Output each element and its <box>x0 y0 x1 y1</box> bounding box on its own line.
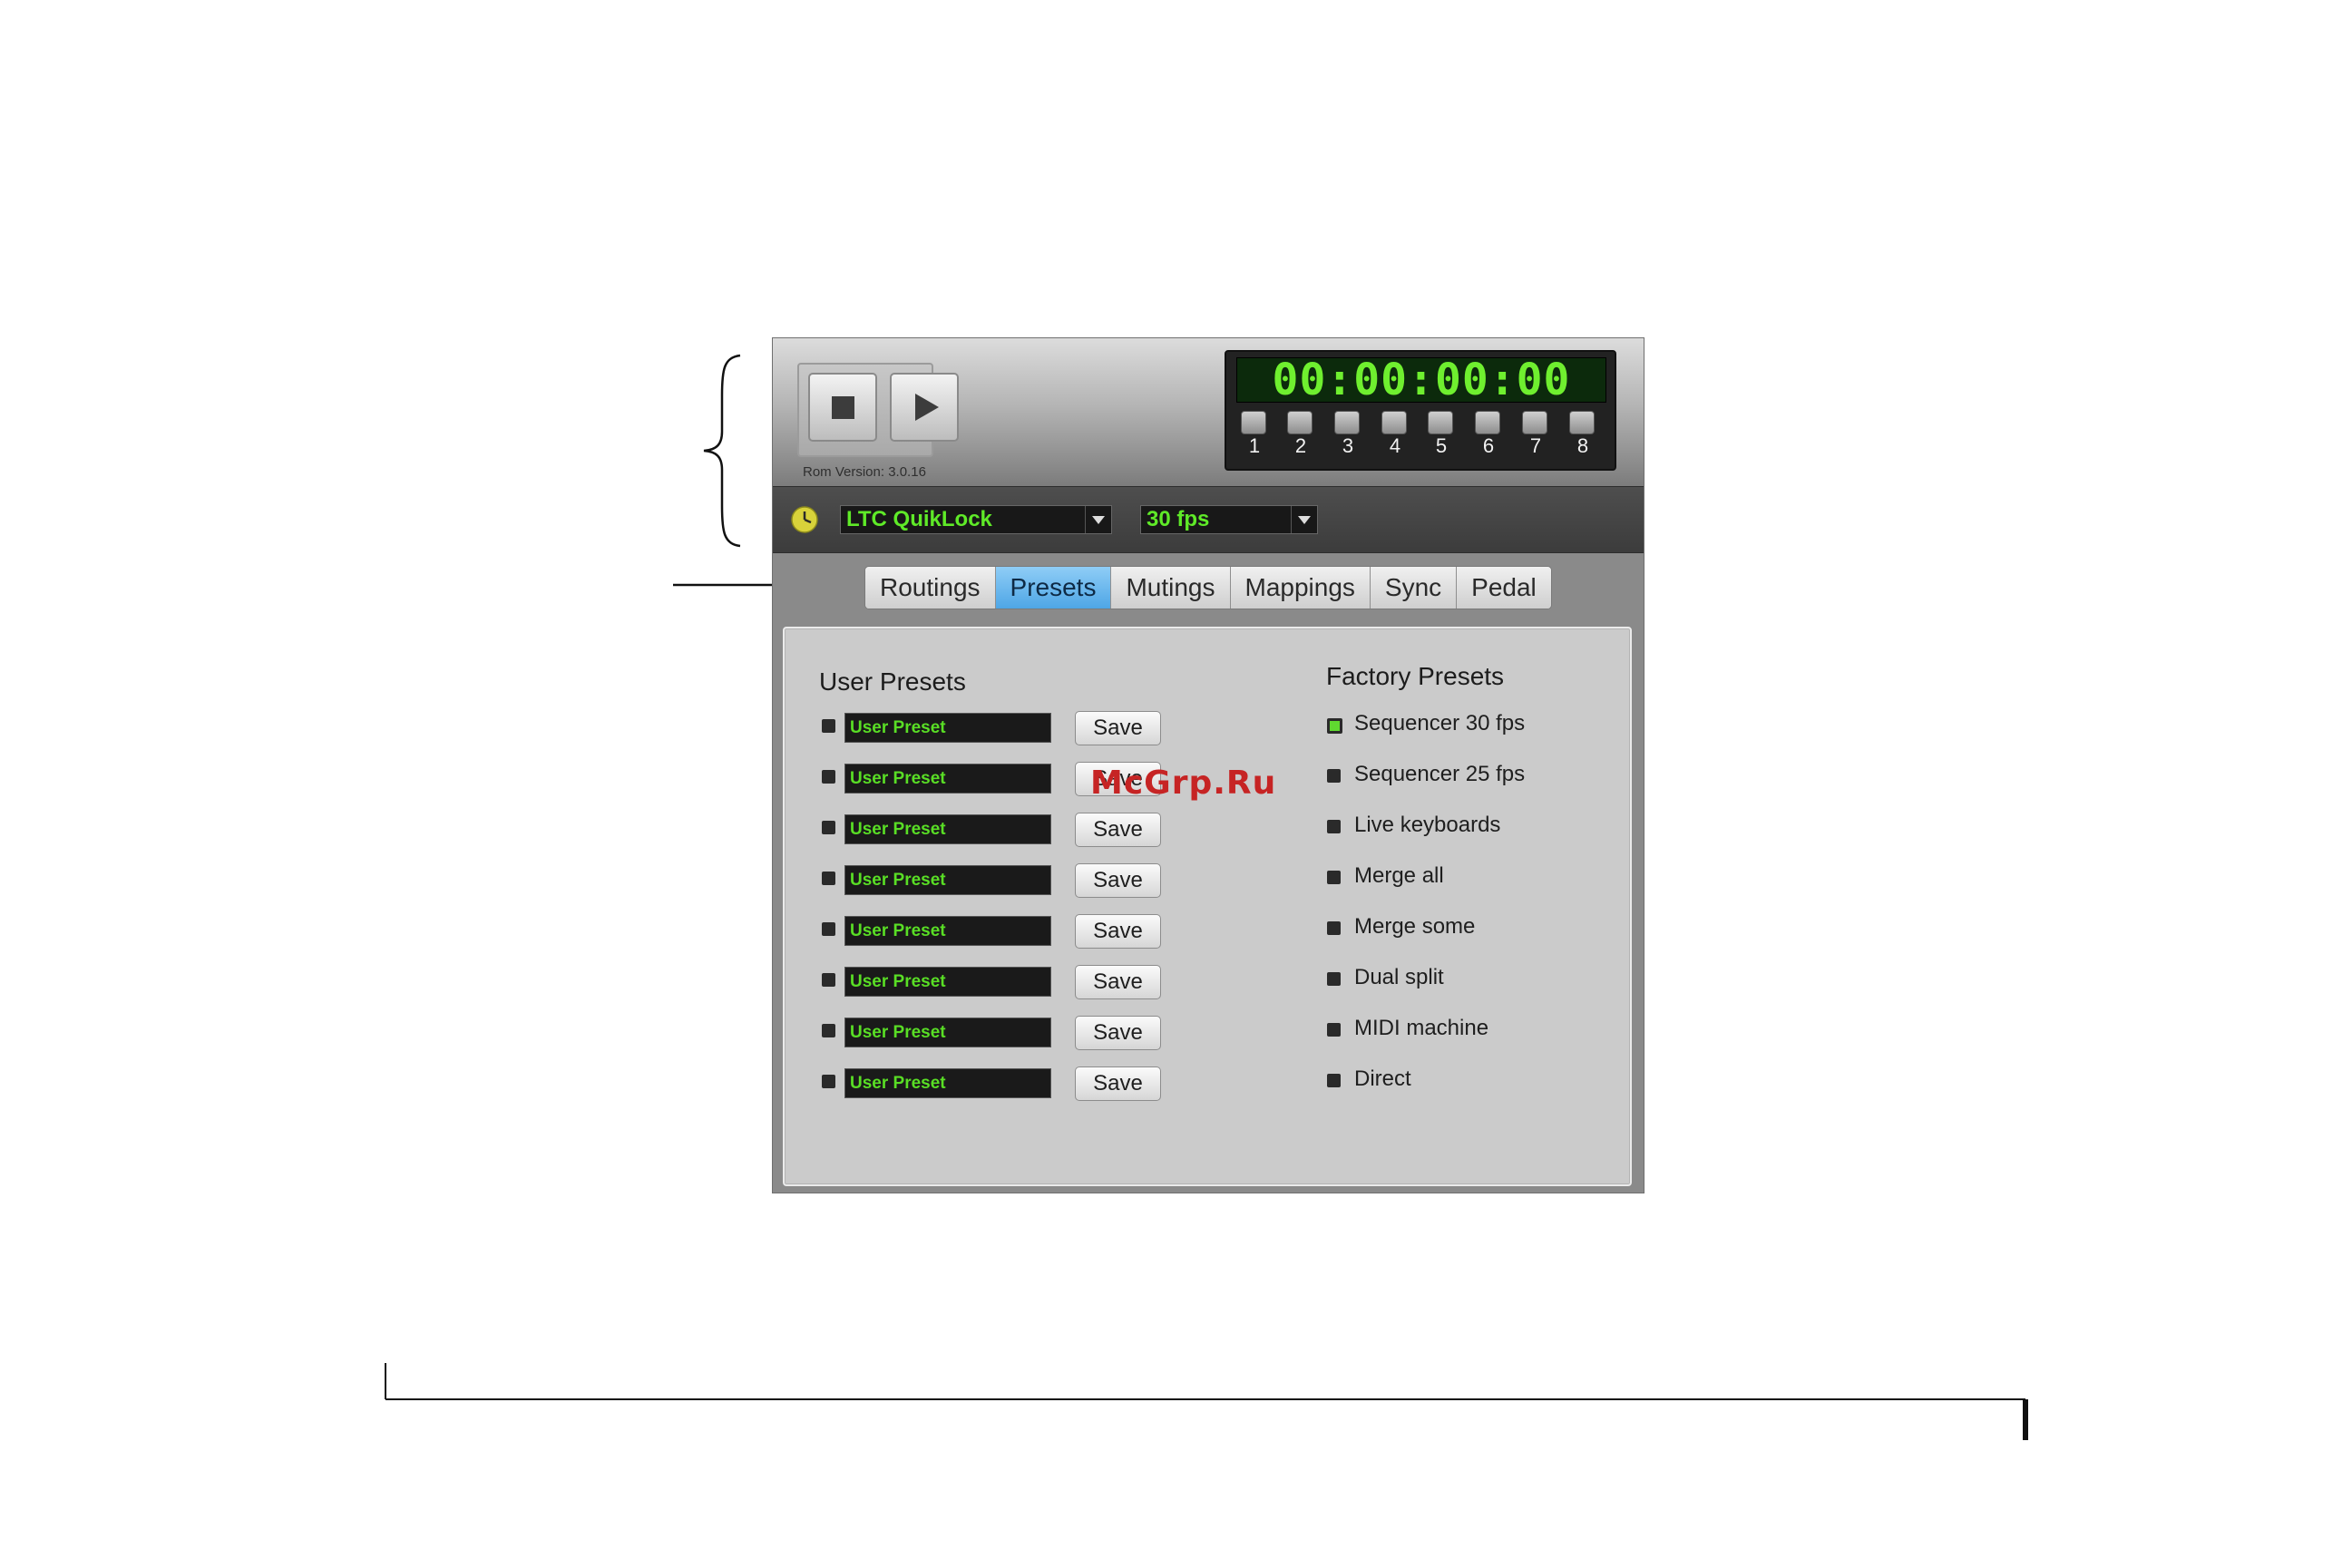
tab-bar: Routings Presets Mutings Mappings Sync P… <box>864 566 1552 609</box>
preset-indicator[interactable] <box>822 922 835 936</box>
rom-version-label: Rom Version: 3.0.16 <box>803 464 926 480</box>
port-4[interactable]: 4 <box>1381 411 1409 456</box>
preset-indicator[interactable] <box>1327 921 1341 935</box>
port-number: 5 <box>1435 434 1448 457</box>
save-button[interactable]: Save <box>1075 1066 1161 1101</box>
preset-indicator[interactable] <box>1327 1074 1341 1087</box>
play-button[interactable] <box>890 373 959 442</box>
chevron-down-icon[interactable] <box>1085 506 1111 533</box>
chevron-down-icon[interactable] <box>1291 506 1317 533</box>
annotation-brace <box>703 354 741 548</box>
preset-indicator[interactable] <box>822 770 835 784</box>
port-5[interactable]: 5 <box>1428 411 1455 456</box>
port-6[interactable]: 6 <box>1475 411 1502 456</box>
port-number: 3 <box>1342 434 1354 457</box>
port-button[interactable] <box>1475 411 1500 434</box>
preset-indicator[interactable] <box>822 1075 835 1088</box>
sync-source-dropdown[interactable]: LTC QuikLock <box>840 505 1112 534</box>
factory-preset-label: Sequencer 30 fps <box>1354 711 1526 735</box>
preset-name-field[interactable]: User Preset <box>844 713 1051 743</box>
factory-preset-label: Direct <box>1354 1066 1411 1091</box>
play-icon <box>915 394 939 421</box>
tab-routings[interactable]: Routings <box>865 567 996 609</box>
port-number: 2 <box>1294 434 1307 457</box>
preset-indicator[interactable] <box>822 821 835 834</box>
preset-indicator-selected[interactable] <box>1327 718 1342 734</box>
tab-sync[interactable]: Sync <box>1370 567 1458 609</box>
port-7[interactable]: 7 <box>1522 411 1549 456</box>
port-number: 8 <box>1576 434 1589 457</box>
preset-indicator[interactable] <box>1327 769 1341 783</box>
preset-name-field[interactable]: User Preset <box>844 1018 1051 1047</box>
factory-preset-label: Live keyboards <box>1354 813 1501 837</box>
preset-indicator[interactable] <box>1327 871 1341 884</box>
preset-indicator[interactable] <box>822 719 835 733</box>
port-button[interactable] <box>1287 411 1313 434</box>
preset-indicator[interactable] <box>1327 1023 1341 1037</box>
port-button[interactable] <box>1381 411 1407 434</box>
tab-mutings[interactable]: Mutings <box>1111 567 1231 609</box>
save-button[interactable]: Save <box>1075 1016 1161 1050</box>
tab-presets[interactable]: Presets <box>995 567 1112 609</box>
preset-name-field[interactable]: User Preset <box>844 967 1051 997</box>
frame-rate-value: 30 fps <box>1147 507 1210 531</box>
preset-indicator[interactable] <box>822 1024 835 1037</box>
port-number: 7 <box>1529 434 1542 457</box>
tab-pedal[interactable]: Pedal <box>1457 567 1551 609</box>
preset-name-field[interactable]: User Preset <box>844 1068 1051 1098</box>
factory-preset-label: Dual split <box>1354 965 1444 989</box>
save-button[interactable]: Save <box>1075 813 1161 847</box>
page-footer-rule <box>385 1363 2028 1440</box>
transport-section: Rom Version: 3.0.16 00:00:00:00 1 2 3 4 … <box>773 338 1644 486</box>
stop-button[interactable] <box>808 373 877 442</box>
preset-indicator[interactable] <box>1327 820 1341 833</box>
presets-panel: User Presets Factory Presets User Preset… <box>783 627 1632 1186</box>
save-button[interactable]: Save <box>1075 914 1161 949</box>
port-number: 6 <box>1482 434 1495 457</box>
factory-presets-heading: Factory Presets <box>1326 662 1505 690</box>
user-presets-heading: User Presets <box>819 667 966 696</box>
preset-indicator[interactable] <box>822 872 835 885</box>
timecode-panel: 00:00:00:00 1 2 3 4 5 6 7 8 <box>1225 350 1616 471</box>
preset-indicator[interactable] <box>822 973 835 987</box>
frame-rate-dropdown[interactable]: 30 fps <box>1140 505 1318 534</box>
factory-preset-label: Merge all <box>1354 863 1444 888</box>
factory-preset-label: MIDI machine <box>1354 1016 1489 1040</box>
port-number: 4 <box>1389 434 1401 457</box>
timecode-display: 00:00:00:00 <box>1236 357 1606 403</box>
transport-controls <box>797 363 959 457</box>
watermark: McGrp.Ru <box>1090 765 1277 802</box>
save-button[interactable]: Save <box>1075 711 1161 745</box>
preset-name-field[interactable]: User Preset <box>844 764 1051 794</box>
factory-preset-label: Sequencer 25 fps <box>1354 762 1526 786</box>
preset-indicator[interactable] <box>1327 972 1341 986</box>
port-button[interactable] <box>1334 411 1360 434</box>
sync-bar: LTC QuikLock 30 fps <box>773 486 1644 553</box>
port-1[interactable]: 1 <box>1241 411 1268 456</box>
factory-preset-label: Merge some <box>1354 914 1476 939</box>
sync-source-value: LTC QuikLock <box>846 507 992 531</box>
tab-mappings[interactable]: Mappings <box>1230 567 1371 609</box>
save-button[interactable]: Save <box>1075 863 1161 898</box>
port-button[interactable] <box>1522 411 1547 434</box>
clock-icon <box>791 506 818 533</box>
port-button[interactable] <box>1428 411 1453 434</box>
port-button[interactable] <box>1241 411 1266 434</box>
preset-name-field[interactable]: User Preset <box>844 865 1051 895</box>
save-button[interactable]: Save <box>1075 965 1161 999</box>
preset-name-field[interactable]: User Preset <box>844 814 1051 844</box>
port-8[interactable]: 8 <box>1569 411 1596 456</box>
port-2[interactable]: 2 <box>1287 411 1314 456</box>
port-number: 1 <box>1248 434 1261 457</box>
preset-name-field[interactable]: User Preset <box>844 916 1051 946</box>
port-3[interactable]: 3 <box>1334 411 1361 456</box>
port-button[interactable] <box>1569 411 1595 434</box>
stop-icon <box>831 395 854 419</box>
